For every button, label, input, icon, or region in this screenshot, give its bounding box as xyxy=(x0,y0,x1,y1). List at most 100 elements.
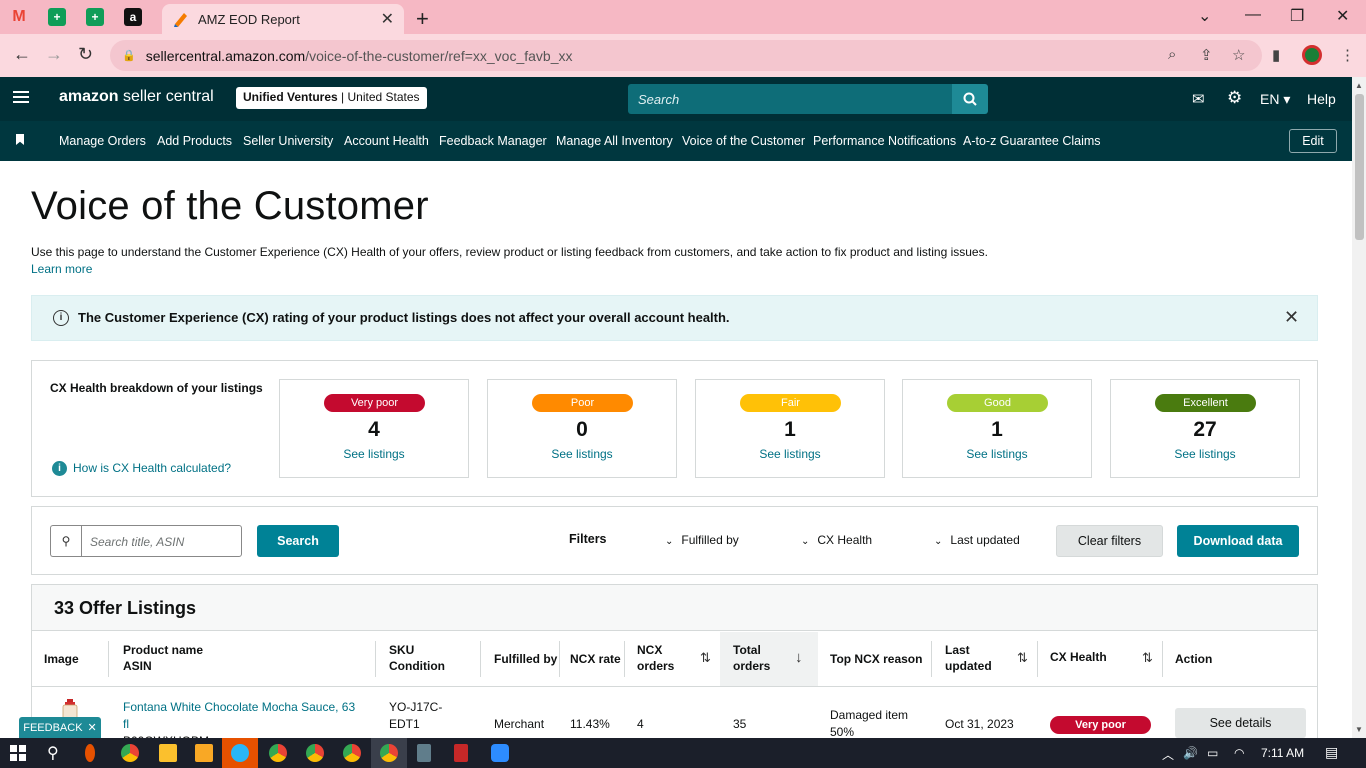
sticky-notes-icon[interactable] xyxy=(159,744,177,762)
see-listings-link[interactable]: See listings xyxy=(488,447,676,461)
page-scrollbar[interactable]: ▲ ▼ xyxy=(1352,77,1366,738)
app-icon[interactable] xyxy=(454,744,468,762)
mail-icon[interactable]: ✉ xyxy=(1192,90,1205,108)
col-total-orders[interactable]: Total orders xyxy=(733,642,770,674)
minimize-button[interactable]: — xyxy=(1245,6,1261,24)
nav-add-products[interactable]: Add Products xyxy=(157,134,232,148)
close-icon[interactable]: ✕ xyxy=(1284,307,1299,328)
col-fulfilled-by[interactable]: Fulfilled by xyxy=(494,651,557,667)
col-ncx-rate[interactable]: NCX rate xyxy=(570,651,621,667)
nav-seller-university[interactable]: Seller University xyxy=(243,134,333,148)
share-icon[interactable]: ⇪ xyxy=(1200,46,1213,64)
col-ncx-orders[interactable]: NCX orders xyxy=(637,642,674,674)
back-icon[interactable]: ← xyxy=(13,44,31,65)
nav-manage-all-inventory[interactable]: Manage All Inventory xyxy=(556,134,673,148)
offer-listings-table: 33 Offer Listings Image Product name ASIN… xyxy=(31,584,1318,748)
search-icon[interactable]: ⚲ xyxy=(47,743,59,763)
calculator-icon[interactable] xyxy=(417,744,431,762)
header-search-input[interactable]: Search xyxy=(628,84,952,114)
filter-last-updated[interactable]: ⌄ Last updated xyxy=(934,533,1020,547)
nav-a-to-z-claims[interactable]: A-to-z Guarantee Claims xyxy=(963,134,1101,148)
forward-icon[interactable]: → xyxy=(45,44,63,65)
col-cx-health[interactable]: CX Health xyxy=(1050,649,1107,665)
page-intro: Use this page to understand the Customer… xyxy=(31,245,988,259)
col-last-updated[interactable]: Last updated xyxy=(945,642,992,674)
windows-start-icon[interactable] xyxy=(10,745,26,761)
language-selector[interactable]: EN ▾ xyxy=(1260,91,1290,108)
header-search-button[interactable] xyxy=(952,84,988,114)
wifi-icon[interactable]: ◠ xyxy=(1234,746,1244,760)
how-cx-calculated-link[interactable]: How is CX Health calculated? xyxy=(73,461,231,475)
filter-fulfilled-by[interactable]: ⌄ Fulfilled by xyxy=(665,533,739,547)
file-explorer-icon[interactable] xyxy=(195,744,213,762)
listing-search-button[interactable]: Search xyxy=(257,525,339,557)
zoom-app-icon[interactable] xyxy=(491,744,509,762)
download-data-button[interactable]: Download data xyxy=(1177,525,1299,557)
chevron-up-icon[interactable]: ︿ xyxy=(1162,746,1174,763)
new-tab-button[interactable]: + xyxy=(416,6,429,32)
bookmark-icon[interactable] xyxy=(16,134,24,145)
restore-button[interactable]: ❐ xyxy=(1290,6,1304,26)
edit-nav-button[interactable]: Edit xyxy=(1289,129,1337,153)
nav-feedback-manager[interactable]: Feedback Manager xyxy=(439,134,547,148)
filter-cx-health[interactable]: ⌄ CX Health xyxy=(801,533,872,547)
battery-icon[interactable]: ▭ xyxy=(1207,746,1218,760)
speaker-icon[interactable]: 🔊 xyxy=(1183,746,1198,760)
filters-label: Filters xyxy=(569,532,607,546)
sidepanel-icon[interactable]: ▮ xyxy=(1272,46,1280,64)
menu-icon[interactable] xyxy=(13,91,29,103)
cx-badge-very-poor: Very poor xyxy=(324,394,425,412)
see-details-button[interactable]: See details xyxy=(1175,708,1306,738)
help-link[interactable]: Help xyxy=(1307,91,1336,107)
microphone-icon[interactable] xyxy=(85,744,95,762)
chevron-down-icon[interactable]: ⌄ xyxy=(1198,6,1211,26)
see-listings-link[interactable]: See listings xyxy=(903,447,1091,461)
notifications-icon[interactable]: ▤ xyxy=(1325,744,1338,761)
sort-descending-icon[interactable]: ↓ xyxy=(795,649,803,666)
sort-icon[interactable]: ⇅ xyxy=(1142,650,1153,666)
close-icon[interactable]: ✕ xyxy=(88,721,97,734)
gear-icon[interactable]: ⚙ xyxy=(1227,88,1242,108)
listing-search-input[interactable]: Search title, ASIN xyxy=(81,525,242,557)
more-icon[interactable]: ⋮ xyxy=(1340,46,1355,64)
cx-count: 1 xyxy=(784,418,796,441)
pinned-tab-gmail[interactable]: M xyxy=(0,0,38,34)
seller-central-logo[interactable]: amazon seller central xyxy=(59,88,214,106)
chrome-icon[interactable] xyxy=(306,744,324,762)
col-sku[interactable]: SKU Condition xyxy=(389,642,445,674)
col-product-name[interactable]: Product name ASIN xyxy=(123,642,203,674)
clear-filters-button[interactable]: Clear filters xyxy=(1056,525,1163,557)
see-listings-link[interactable]: See listings xyxy=(1111,447,1299,461)
reload-icon[interactable]: ↻ xyxy=(78,44,93,65)
col-top-ncx-reason[interactable]: Top NCX reason xyxy=(830,651,922,667)
nav-performance-notifications[interactable]: Performance Notifications xyxy=(813,134,956,148)
chrome-icon[interactable] xyxy=(121,744,139,762)
pinned-tab-sheets-1[interactable]: + xyxy=(38,0,76,34)
address-bar[interactable]: 🔒 sellercentral.amazon.com/voice-of-the-… xyxy=(110,40,1262,71)
nav-manage-orders[interactable]: Manage Orders xyxy=(59,134,146,148)
sort-icon[interactable]: ⇅ xyxy=(700,650,711,666)
zoom-icon[interactable]: ⌕ xyxy=(1168,46,1176,63)
clock-time[interactable]: 7:11 AM xyxy=(1261,746,1304,760)
scroll-thumb[interactable] xyxy=(1355,94,1364,240)
nav-account-health[interactable]: Account Health xyxy=(344,134,429,148)
col-image: Image xyxy=(44,652,79,666)
scroll-up-icon[interactable]: ▲ xyxy=(1355,81,1363,90)
scroll-down-icon[interactable]: ▼ xyxy=(1355,725,1363,734)
pinned-tab-amazon[interactable]: a xyxy=(114,0,152,34)
store-selector[interactable]: Unified Ventures | United States xyxy=(236,87,427,109)
chrome-icon[interactable] xyxy=(343,744,361,762)
close-window-button[interactable]: ✕ xyxy=(1336,6,1349,26)
nav-voice-of-the-customer[interactable]: Voice of the Customer xyxy=(682,134,805,148)
profile-avatar[interactable] xyxy=(1302,45,1322,65)
chrome-icon[interactable] xyxy=(269,744,287,762)
star-icon[interactable]: ☆ xyxy=(1232,46,1245,64)
feedback-tab[interactable]: FEEDBACK ✕ xyxy=(19,717,101,738)
close-icon[interactable]: ✕ xyxy=(381,9,394,29)
see-listings-link[interactable]: See listings xyxy=(696,447,884,461)
see-listings-link[interactable]: See listings xyxy=(280,447,468,461)
sort-icon[interactable]: ⇅ xyxy=(1017,650,1028,666)
pinned-tab-sheets-2[interactable]: + xyxy=(76,0,114,34)
learn-more-link[interactable]: Learn more xyxy=(31,262,92,276)
tab-amz-eod-report[interactable]: AMZ EOD Report ✕ xyxy=(162,4,404,34)
